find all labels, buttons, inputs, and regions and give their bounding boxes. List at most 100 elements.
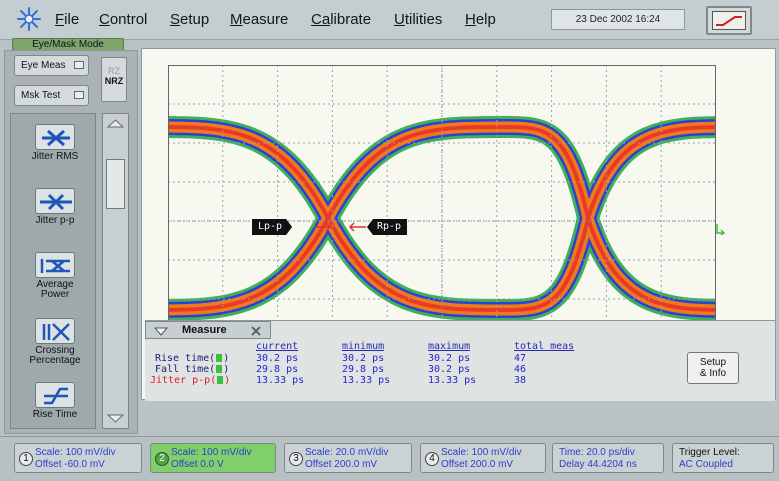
status-bar: 1 Scale: 100 mV/div Offset -60.0 mV 2 Sc… — [0, 436, 779, 481]
right-jitter-marker[interactable]: Rp-p — [367, 219, 408, 235]
channel-3-scale: Scale: 20.0 mV/div — [305, 447, 389, 458]
fall-time-total: 46 — [514, 364, 527, 375]
menu-calibrate[interactable]: Calibrate — [311, 11, 371, 28]
scroll-up-arrow-icon[interactable] — [106, 118, 125, 128]
rise-time-label: Rise time( — [155, 353, 216, 364]
dropdown-arrow-icon — [74, 91, 84, 99]
menu-control-label: ontrol — [109, 11, 148, 28]
starburst-logo-icon[interactable] — [16, 6, 42, 32]
datetime-display: 23 Dec 2002 16:24 — [551, 9, 685, 30]
fall-time-current: 29.8 ps — [256, 364, 299, 375]
tool-jitter-pp[interactable]: Jitter p-p — [15, 188, 95, 226]
dropdown-arrow-icon — [74, 61, 84, 69]
tool-average-power-label2: Power — [40, 289, 70, 300]
waveform-toggle-button[interactable] — [706, 6, 752, 35]
menu-help[interactable]: Help — [465, 11, 496, 28]
channel-1-settings[interactable]: 1 Scale: 100 mV/div Offset -60.0 mV — [14, 443, 142, 473]
jitter-pp-minimum: 13.33 ps — [342, 375, 391, 386]
header-minimum: minimum — [342, 341, 385, 352]
marker-arrows — [314, 222, 366, 232]
timebase-delay: Delay 44.4204 ns — [559, 459, 637, 470]
setup-info-label-1: Setup — [699, 357, 727, 368]
menu-setup[interactable]: Setup — [170, 11, 209, 28]
collapse-chevron-icon[interactable] — [154, 326, 168, 336]
header-current: current — [256, 341, 299, 352]
tool-list-scrollbar[interactable] — [102, 113, 129, 429]
rz-label: RZ — [108, 66, 120, 76]
setup-info-button[interactable]: Setup & Info — [687, 352, 739, 384]
menu-file-mnemonic: F — [55, 11, 65, 28]
menu-utilities-mnemonic: U — [394, 11, 405, 28]
header-maximum: maximum — [428, 341, 471, 352]
jitter-rms-icon — [35, 124, 75, 150]
jitter-pp-total: 38 — [514, 375, 527, 386]
menu-utilities-label: tilities — [404, 11, 443, 28]
eye-meas-button[interactable]: Eye Meas — [14, 55, 89, 76]
rise-time-minimum: 30.2 ps — [342, 353, 385, 364]
menu-setup-mnemonic: S — [170, 11, 181, 28]
tool-jitter-rms[interactable]: Jitter RMS — [15, 124, 95, 162]
menu-help-label: elp — [475, 11, 496, 28]
rz-nrz-toggle[interactable]: RZ NRZ — [101, 57, 127, 102]
msk-test-button[interactable]: Msk Test — [14, 85, 89, 106]
crossing-percentage-icon — [35, 318, 75, 344]
left-jitter-marker-label: Lp-p — [258, 221, 283, 232]
menu-file[interactable]: File — [55, 11, 79, 28]
rise-time-current: 30.2 ps — [256, 353, 299, 364]
waveform-thumbnail-icon — [712, 11, 746, 30]
measure-row-label[interactable]: Fall time() — [155, 365, 229, 375]
rise-time-total: 47 — [514, 353, 527, 364]
trigger-level-marker-icon[interactable] — [716, 223, 726, 235]
channel-2-offset: Offset 0.0 V — [171, 459, 224, 470]
right-jitter-marker-label: Rp-p — [377, 221, 402, 232]
trigger-coupling: AC Coupled — [679, 459, 733, 470]
jitter-pp-maximum: 13.33 ps — [428, 375, 477, 386]
fall-time-label: Fall time( — [155, 364, 216, 375]
channel-color-swatch — [217, 376, 224, 384]
channel-2-settings[interactable]: 2 Scale: 100 mV/div Offset 0.0 V — [150, 443, 276, 473]
timebase-settings[interactable]: Time: 20.0 ps/div Delay 44.4204 ns — [552, 443, 664, 473]
channel-color-swatch — [216, 354, 223, 362]
jitter-pp-label: Jitter p-p( — [150, 375, 217, 386]
channel-1-number: 1 — [19, 452, 33, 466]
measure-tab[interactable]: Measure — [145, 321, 271, 339]
header-total-meas: total meas — [514, 341, 575, 352]
jitter-pp-icon — [35, 188, 75, 214]
tool-rise-time[interactable]: Rise Time — [15, 382, 95, 420]
channel-2-number: 2 — [155, 452, 169, 466]
trigger-level-label: Trigger Level: — [679, 447, 740, 458]
channel-1-scale: Scale: 100 mV/div — [35, 447, 116, 458]
left-jitter-marker[interactable]: Lp-p — [252, 219, 293, 235]
scroll-thumb[interactable] — [106, 159, 125, 209]
nrz-label: NRZ — [104, 76, 124, 86]
trigger-settings[interactable]: Trigger Level: AC Coupled — [672, 443, 774, 473]
channel-1-offset: Offset -60.0 mV — [35, 459, 105, 470]
channel-3-offset: Offset 200.0 mV — [305, 459, 378, 470]
menu-help-mnemonic: H — [465, 11, 476, 28]
menu-measure[interactable]: Measure — [230, 11, 288, 28]
setup-info-label-2: & Info — [699, 368, 727, 379]
rise-time-icon — [35, 382, 75, 408]
tool-rise-time-label: Rise Time — [32, 409, 78, 420]
fall-time-maximum: 30.2 ps — [428, 364, 471, 375]
msk-test-label: Msk Test — [21, 90, 61, 101]
channel-4-offset: Offset 200.0 mV — [441, 459, 514, 470]
tool-crossing-percentage-label2: Percentage — [29, 355, 81, 366]
measure-row-label[interactable]: Rise time() — [155, 354, 229, 364]
channel-4-number: 4 — [425, 452, 439, 466]
tool-crossing-percentage[interactable]: Crossing Percentage — [15, 318, 95, 366]
measure-tab-label: Measure — [182, 324, 227, 336]
menu-utilities[interactable]: Utilities — [394, 11, 442, 28]
channel-2-scale: Scale: 100 mV/div — [171, 447, 252, 458]
timebase-time: Time: 20.0 ps/div — [559, 447, 635, 458]
channel-4-settings[interactable]: 4 Scale: 100 mV/div Offset 200.0 mV — [420, 443, 546, 473]
menu-calibrate-mnemonic: Ca — [311, 11, 331, 28]
scroll-down-arrow-icon[interactable] — [106, 414, 125, 424]
menu-control[interactable]: Control — [99, 11, 147, 28]
measurement-tool-list: Jitter RMS Jitter p-p Average Power Cros… — [10, 113, 96, 429]
channel-3-settings[interactable]: 3 Scale: 20.0 mV/div Offset 200.0 mV — [284, 443, 412, 473]
tool-average-power[interactable]: Average Power — [15, 252, 95, 300]
rise-time-maximum: 30.2 ps — [428, 353, 471, 364]
close-icon[interactable] — [250, 325, 262, 337]
measure-row-label[interactable]: Jitter p-p() — [150, 376, 230, 386]
